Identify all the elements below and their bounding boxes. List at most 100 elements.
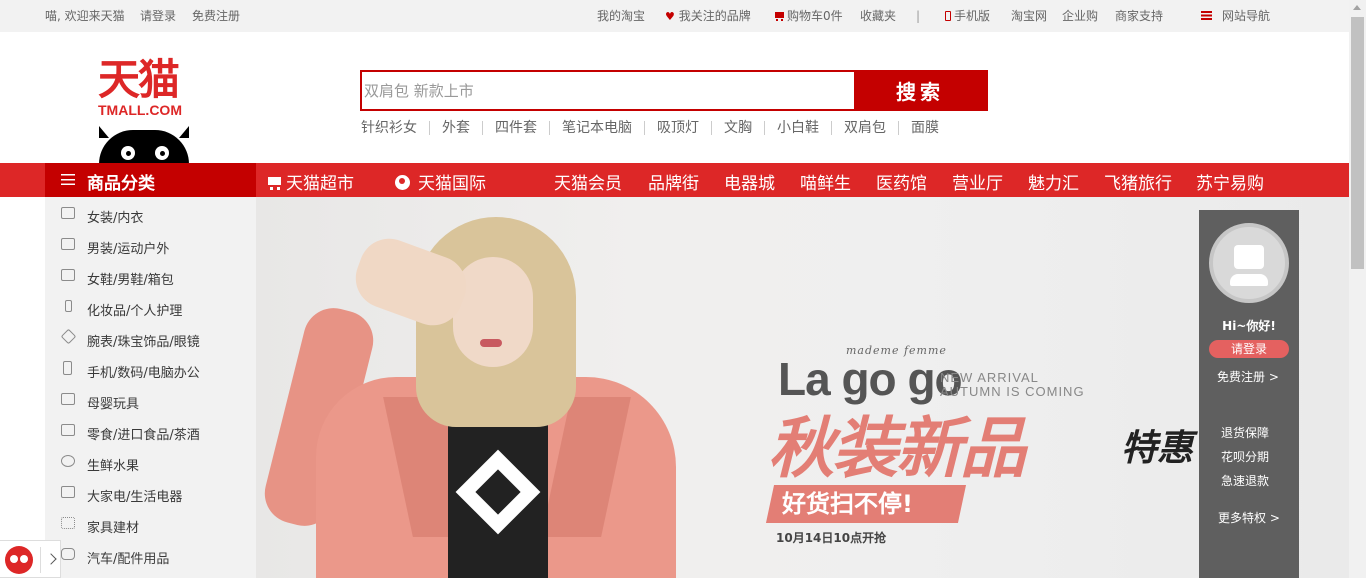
category-item[interactable]: 腕表/珠宝饰品/眼镜 [45,322,256,353]
privilege-installment[interactable]: 花呗分期 [1221,448,1269,465]
category-item[interactable]: 手机/数码/电脑办公 [45,353,256,384]
phone-icon [63,361,72,375]
category-list: 女装/内衣 男装/运动户外 女鞋/男鞋/箱包 化妆品/个人护理 腕表/珠宝饰品/… [45,197,256,578]
menu-icon [61,174,75,185]
privilege-refund[interactable]: 急速退款 [1221,472,1269,489]
category-item[interactable]: 男装/运动户外 [45,229,256,260]
nav-tmall-global[interactable]: 天猫国际 [395,169,486,194]
floating-widget[interactable] [0,540,61,578]
mobile-link[interactable]: 手机版 [945,9,990,23]
hot-word[interactable]: 小白鞋 [764,121,831,135]
nav-pharmacy[interactable]: 医药馆 [876,169,927,194]
nav-fresh[interactable]: 喵鲜生 [800,169,851,194]
shirt-icon [61,238,75,250]
list-icon [1201,11,1212,20]
nav-business-hall[interactable]: 营业厅 [952,169,1003,194]
hot-word[interactable]: 针织衫女 [361,121,429,135]
nav-member[interactable]: 天猫会员 [554,169,622,194]
tmall-cat-icon[interactable] [5,546,33,574]
tmall-cat-mascot-icon [99,126,189,164]
category-tab[interactable]: 商品分类 [45,163,256,197]
my-taobao-link[interactable]: 我的淘宝 [597,9,645,23]
user-panel: Hi~你好! 请登录 免费注册 > 退货保障 花呗分期 急速退款 更多特权 > [1199,210,1299,578]
top-bar: 喵, 欢迎来天猫 请登录 免费注册 我的淘宝 ♥ 我关注的品牌 购物车0件 收藏… [0,0,1349,32]
grid-icon [61,517,75,529]
register-link[interactable]: 免费注册 [192,9,240,23]
taobao-link[interactable]: 淘宝网 [1011,9,1047,23]
divider [40,547,41,573]
category-item[interactable]: 汽车/配件用品 [45,539,256,570]
dress-icon [61,207,75,219]
divider: | [916,9,921,23]
model-photo [256,197,756,578]
avatar [1209,223,1289,303]
category-item[interactable]: 女鞋/男鞋/箱包 [45,260,256,291]
hot-word[interactable]: 文胸 [711,121,764,135]
car-icon [61,548,75,560]
favorites-link[interactable]: 收藏夹 [860,9,896,23]
banner-new-arrival: NEW ARRIVAL [940,370,1039,385]
fridge-icon [61,486,75,498]
phone-icon [945,11,951,21]
scrollbar[interactable] [1349,0,1366,578]
stroller-icon [61,393,75,405]
merchant-link[interactable]: 商家支持 [1115,9,1163,23]
cart-icon [266,176,282,190]
category-item[interactable]: 化妆品/个人护理 [45,291,256,322]
category-item[interactable]: 大家电/生活电器 [45,477,256,508]
hot-word[interactable]: 四件套 [482,121,549,135]
promo-banner[interactable]: mademe femme La go go NEW ARRIVAL AUTUMN… [256,197,1349,578]
logo-cn: 天猫 [98,55,180,104]
scroll-up-icon[interactable] [1353,5,1361,10]
more-privileges-link[interactable]: 更多特权 > [1218,509,1280,526]
fav-brands-link[interactable]: ♥ 我关注的品牌 [665,9,751,24]
globe-icon [395,175,410,190]
logo-en: TMALL.COM [98,102,182,118]
bike-icon [61,455,75,467]
search-box: 搜索 [360,70,988,111]
category-item[interactable]: 家具建材 [45,508,256,539]
enterprise-link[interactable]: 企业购 [1062,9,1098,23]
site-nav-link[interactable]: 网站导航 [1201,9,1270,23]
nav-travel[interactable]: 飞猪旅行 [1104,169,1172,194]
panel-register-link[interactable]: 免费注册 > [1217,368,1279,385]
chevron-right-icon[interactable] [45,553,57,565]
hot-word[interactable]: 面膜 [898,121,951,135]
tmall-logo[interactable]: 天猫 TMALL.COM [98,55,193,119]
privilege-return[interactable]: 退货保障 [1221,424,1269,441]
banner-date: 10月14日10点开抢 [776,531,887,545]
panel-login-button[interactable]: 请登录 [1209,340,1289,358]
heart-icon: ♥ [665,10,675,23]
scroll-thumb[interactable] [1351,17,1364,269]
greeting: Hi~你好! [1222,319,1276,333]
nav-electronics[interactable]: 电器城 [724,169,775,194]
nav-brand-street[interactable]: 品牌街 [648,169,699,194]
cart-icon [774,12,785,21]
nav-beauty[interactable]: 魅力汇 [1028,169,1079,194]
category-tab-label: 商品分类 [87,174,155,194]
hot-word[interactable]: 笔记本电脑 [549,121,644,135]
cosmetic-icon [65,300,72,312]
diamond-icon [60,328,77,345]
shoe-icon [61,269,75,281]
snack-icon [61,424,75,436]
cart-link[interactable]: 购物车0件 [774,9,843,23]
banner-tag: 好货扫不停! [765,485,967,523]
banner-headline-accent: 特惠 [1121,428,1194,469]
hot-word[interactable]: 双肩包 [831,121,898,135]
hot-word[interactable]: 吸顶灯 [644,121,711,135]
nav-suning[interactable]: 苏宁易购 [1196,169,1264,194]
banner-headline: 秋装新品 [768,410,1026,487]
search-input[interactable] [362,72,856,109]
category-item[interactable]: 女装/内衣 [45,198,256,229]
nav-tmall-supermarket[interactable]: 天猫超市 [266,169,354,194]
login-link[interactable]: 请登录 [140,9,176,23]
category-item[interactable]: 母婴玩具 [45,384,256,415]
hot-word[interactable]: 外套 [429,121,482,135]
category-item[interactable]: 零食/进口食品/茶酒 [45,415,256,446]
category-item[interactable]: 生鲜水果 [45,446,256,477]
welcome-text: 喵, 欢迎来天猫 [45,9,125,23]
hot-words: 针织衫女 外套 四件套 笔记本电脑 吸顶灯 文胸 小白鞋 双肩包 面膜 [361,120,951,136]
main-nav: 商品分类 天猫超市 天猫国际 天猫会员 品牌街 电器城 喵鲜生 医药馆 营业厅 … [0,163,1349,197]
search-button[interactable]: 搜索 [854,70,986,111]
